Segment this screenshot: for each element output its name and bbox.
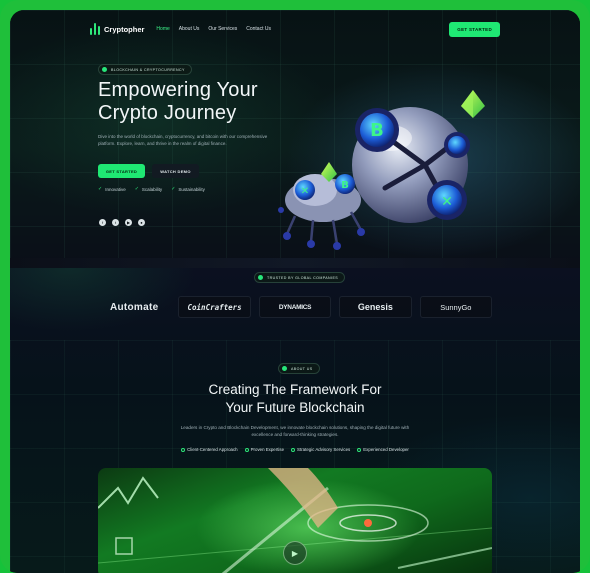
feature-item: ✓ Scalability <box>135 186 162 192</box>
about-title-line1: Creating The Framework For <box>208 382 382 397</box>
circle-check-icon <box>357 447 362 452</box>
badge-dot-icon <box>102 67 107 72</box>
about-tag-label: Client-Centered Approach <box>187 447 238 452</box>
nav-get-started-button[interactable]: GET STARTED <box>449 21 500 37</box>
trusted-badge: TRUSTED BY GLOBAL COMPANIES <box>254 272 346 283</box>
badge-dot-icon <box>258 275 263 280</box>
brand-automate: Automate <box>109 301 159 313</box>
circle-check-icon <box>244 447 249 452</box>
feature-label: Innovative <box>105 186 126 192</box>
hero-badge-label: BLOCKCHAIN & CRYPTOCURRENCY <box>111 67 185 72</box>
nav-links: Home About Us Our Services Contact Us <box>156 26 271 32</box>
feature-item: ✓ Sustainability <box>171 186 205 192</box>
logo-icon <box>90 23 100 35</box>
youtube-icon[interactable]: ▶ <box>125 219 132 226</box>
navbar: Cryptopher Home About Us Our Services Co… <box>90 17 500 41</box>
brand-logos: Automate CoinCrafters DYNAMICS Genesis S… <box>98 296 493 318</box>
landing-page: Cryptopher Home About Us Our Services Co… <box>10 10 580 573</box>
badge-dot-icon <box>282 366 287 371</box>
device-frame: Cryptopher Home About Us Our Services Co… <box>0 0 590 573</box>
feature-item: ✓ Innovative <box>98 186 126 192</box>
hero-badge: BLOCKCHAIN & CRYPTOCURRENCY <box>98 64 192 75</box>
github-icon[interactable]: ● <box>138 219 145 226</box>
about-tag: Client-Centered Approach <box>181 447 238 452</box>
about-title: Creating The Framework For Your Future B… <box>160 381 430 417</box>
nav-link-contact[interactable]: Contact Us <box>246 26 271 32</box>
brand-logo[interactable]: Cryptopher <box>90 23 144 35</box>
brand-sunnygo: SunnyGo <box>419 296 493 318</box>
nav-link-services[interactable]: Our Services <box>208 26 237 32</box>
about-tag: Proven Expertise <box>244 447 285 452</box>
brand-name: Cryptopher <box>104 24 145 34</box>
about-tag-label: Strategic Advisory Services <box>297 447 351 452</box>
about-tag-label: Experienced Developer <box>363 447 409 452</box>
brand-coincrafters: CoinCrafters <box>178 296 251 318</box>
circle-check-icon <box>291 447 296 452</box>
about-description: Leaders in Crypto and Blockchain Develop… <box>180 425 410 437</box>
svg-text:✕: ✕ <box>301 186 309 197</box>
circle-check-icon <box>181 447 186 452</box>
check-icon: ✓ <box>171 186 176 192</box>
nav-link-home[interactable]: Home <box>156 26 169 32</box>
about-tags: Client-Centered Approach Proven Expertis… <box>160 447 430 452</box>
social-links: f t ▶ ● <box>99 219 145 226</box>
about-tag: Strategic Advisory Services <box>291 447 350 452</box>
twitter-icon[interactable]: t <box>112 219 119 226</box>
check-icon: ✓ <box>134 186 139 192</box>
about-badge-label: ABOUT US <box>291 366 313 371</box>
check-icon: ✓ <box>98 186 103 192</box>
about-title-line2: Your Future Blockchain <box>225 400 365 415</box>
brand-genesis: Genesis <box>339 296 412 318</box>
play-icon[interactable]: ▶ <box>283 541 307 565</box>
svg-text:B: B <box>341 180 349 191</box>
hero-description: Dive into the world of blockchain, crypt… <box>98 134 268 146</box>
facebook-icon[interactable]: f <box>99 219 106 226</box>
watch-demo-button[interactable]: WATCH DEMO <box>152 164 199 178</box>
about-badge: ABOUT US <box>278 363 320 374</box>
svg-text:B: B <box>370 120 384 141</box>
hero-features: ✓ Innovative ✓ Scalability ✓ Sustainability <box>98 186 205 192</box>
trusted-badge-label: TRUSTED BY GLOBAL COMPANIES <box>267 275 339 280</box>
hero-get-started-button[interactable]: GET STARTED <box>98 164 145 178</box>
brand-dynamics: DYNAMICS <box>258 296 332 318</box>
svg-text:✕: ✕ <box>441 194 453 210</box>
feature-label: Scalability <box>141 186 163 192</box>
about-tag-label: Proven Expertise <box>250 447 285 452</box>
about-video[interactable]: ▶ <box>98 468 492 573</box>
nav-link-about[interactable]: About Us <box>179 26 200 32</box>
feature-label: Sustainability <box>178 186 205 192</box>
crypto-globe-illustration: B ✕ ✕ B <box>278 90 485 250</box>
about-tag: Experienced Developer <box>357 447 409 452</box>
